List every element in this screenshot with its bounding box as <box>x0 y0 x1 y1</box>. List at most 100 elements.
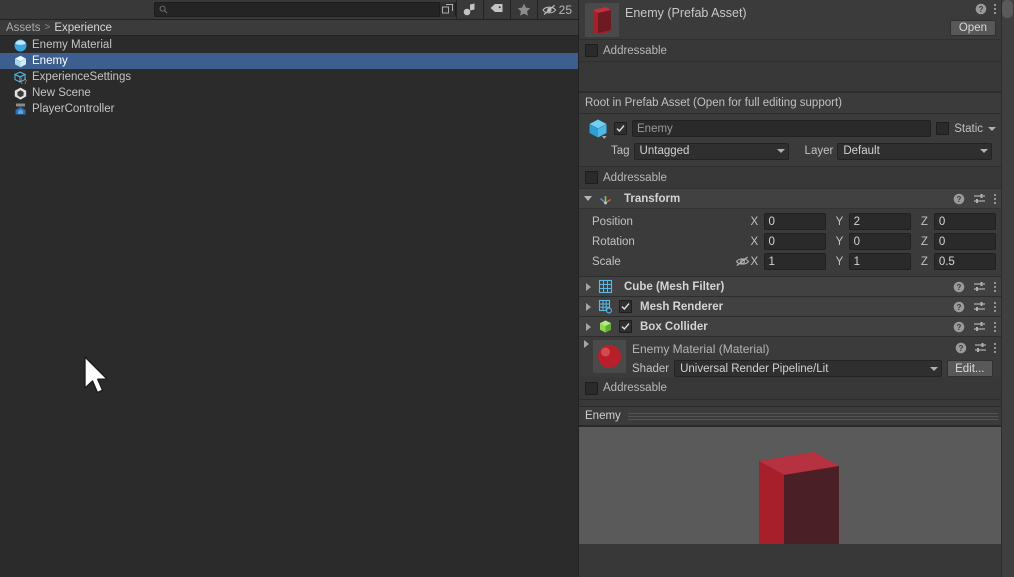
red-sphere-preview <box>593 340 626 373</box>
inspector-gap <box>579 62 1002 92</box>
mesh-filter-tools: ? <box>953 281 996 293</box>
material-details: Enemy Material (Material) Shader Univers… <box>632 340 1002 377</box>
list-item[interactable]: New Scene <box>0 85 578 101</box>
axis-y-label: Y <box>835 255 844 268</box>
expand-window-icon[interactable] <box>438 2 455 17</box>
addressable-material-checkbox[interactable] <box>585 381 598 395</box>
gameobject-name-input[interactable]: Enemy <box>632 120 932 137</box>
more-menu-icon[interactable] <box>994 343 996 353</box>
preset-icon[interactable] <box>973 281 986 293</box>
preset-icon[interactable] <box>973 193 986 205</box>
chevron-down-icon <box>776 149 785 153</box>
list-item[interactable]: PlayerController <box>0 101 578 117</box>
search-input[interactable] <box>167 3 439 16</box>
hidden-objects-icon <box>541 4 556 15</box>
check-icon <box>621 303 630 311</box>
transform-axis-icon <box>599 196 611 205</box>
edit-shader-button[interactable]: Edit... <box>947 360 993 377</box>
addressable-gameobject-checkbox[interactable] <box>585 171 598 184</box>
preview-viewport[interactable] <box>579 426 1002 544</box>
preview-header[interactable]: Enemy <box>579 406 1002 426</box>
mesh-filter-title: Cube (Mesh Filter) <box>624 280 725 293</box>
addressable-asset-checkbox[interactable] <box>585 44 598 57</box>
tag-dropdown[interactable]: Untagged <box>633 142 789 160</box>
more-menu-icon[interactable] <box>994 281 996 292</box>
breadcrumb-current[interactable]: Experience <box>54 22 112 34</box>
inspector-scrollbar-thumb[interactable] <box>1002 0 1013 18</box>
axis-y-label: Y <box>835 235 844 248</box>
list-item[interactable]: {} ExperienceSettings <box>0 69 578 85</box>
list-item[interactable]: Enemy Material <box>0 37 578 53</box>
material-component: Enemy Material (Material) Shader Univers… <box>579 337 1002 400</box>
chevron-down-icon[interactable] <box>988 126 996 131</box>
shader-dropdown[interactable]: Universal Render Pipeline/Lit <box>674 360 943 377</box>
axis-z-label: Z <box>920 235 928 248</box>
transform-header[interactable]: Transform ? <box>579 189 1002 209</box>
mesh-renderer-foldout-icon[interactable] <box>583 302 593 311</box>
preview-drag-handle[interactable] <box>627 412 998 420</box>
favorites-star-icon[interactable] <box>509 0 537 20</box>
scale-y-input[interactable]: 1 <box>848 253 911 270</box>
gameobject-header: Enemy Static Tag Untagged Layer Default <box>579 114 1002 167</box>
more-menu-icon[interactable] <box>994 4 996 14</box>
svg-text:?: ? <box>957 283 962 292</box>
transform-foldout-icon[interactable] <box>583 196 593 201</box>
search-icon <box>159 5 168 14</box>
open-button[interactable]: Open <box>949 20 996 36</box>
breadcrumb-root[interactable]: Assets <box>6 22 41 34</box>
material-foldout-icon[interactable] <box>579 340 593 354</box>
more-menu-icon[interactable] <box>994 193 996 204</box>
position-z-input[interactable]: 0 <box>933 213 996 230</box>
mesh-renderer-tools: ? <box>953 301 996 313</box>
material-name: Enemy Material (Material) <box>632 342 770 356</box>
filter-by-type-icon[interactable] <box>455 0 483 20</box>
box-collider-enabled-checkbox[interactable] <box>619 320 632 333</box>
more-menu-icon[interactable] <box>994 301 996 312</box>
box-collider-foldout-icon[interactable] <box>583 322 593 331</box>
mesh-filter-header[interactable]: Cube (Mesh Filter) ? <box>579 277 1002 297</box>
layer-dropdown[interactable]: Default <box>837 142 993 160</box>
rotation-x-input[interactable]: 0 <box>763 233 826 250</box>
mesh-filter-foldout-icon[interactable] <box>583 282 593 291</box>
position-x-input[interactable]: 0 <box>763 213 826 230</box>
breadcrumb-separator-icon: > <box>44 22 51 33</box>
rotation-y-input[interactable]: 0 <box>848 233 911 250</box>
scriptable-object-icon: {} <box>14 70 27 84</box>
preset-icon[interactable] <box>974 342 987 354</box>
gameobject-cube-icon[interactable] <box>587 118 609 140</box>
hidden-objects-counter[interactable]: 25 <box>536 0 578 20</box>
rotation-row: Rotation X 0 Y 0 Z 0 <box>585 232 996 251</box>
mesh-renderer-enabled-checkbox[interactable] <box>619 300 632 313</box>
list-item-enemy[interactable]: Enemy <box>0 53 578 69</box>
inspector-scrollbar[interactable] <box>1001 0 1014 577</box>
gameobject-enabled-checkbox[interactable] <box>614 122 627 135</box>
filter-by-label-icon[interactable] <box>482 0 510 20</box>
help-icon[interactable]: ? <box>953 321 965 333</box>
preset-icon[interactable] <box>973 321 986 333</box>
help-icon[interactable]: ? <box>975 3 987 15</box>
scale-unlinked-icon[interactable] <box>735 256 751 267</box>
more-menu-icon[interactable] <box>994 321 996 332</box>
search-box[interactable] <box>153 2 456 17</box>
help-icon[interactable]: ? <box>953 193 965 205</box>
preset-icon[interactable] <box>973 301 986 313</box>
help-icon[interactable]: ? <box>953 301 965 313</box>
scale-z-input[interactable]: 0.5 <box>933 253 996 270</box>
mesh-filter-icon <box>598 279 613 294</box>
mesh-renderer-icon <box>598 299 612 314</box>
box-collider-tools: ? <box>953 321 996 333</box>
rotation-z-input[interactable]: 0 <box>933 233 996 250</box>
help-icon[interactable]: ? <box>955 342 967 354</box>
scale-x-input[interactable]: 1 <box>763 253 826 270</box>
mesh-renderer-header[interactable]: Mesh Renderer ? <box>579 297 1002 317</box>
static-checkbox[interactable] <box>936 122 950 135</box>
box-collider-header[interactable]: Box Collider ? <box>579 317 1002 337</box>
project-panel: 25 Assets > Experience Enemy Material En… <box>0 0 578 577</box>
axis-x-label: X <box>750 235 759 248</box>
position-row: Position X 0 Y 2 Z 0 <box>585 212 996 231</box>
transform-component: Transform ? Position X 0 Y 2 Z 0 Rotatio… <box>579 189 1002 277</box>
position-y-input[interactable]: 2 <box>848 213 911 230</box>
svg-text:?: ? <box>957 303 962 312</box>
help-icon[interactable]: ? <box>953 281 965 293</box>
tag-layer-row: Tag Untagged Layer Default <box>585 142 996 160</box>
